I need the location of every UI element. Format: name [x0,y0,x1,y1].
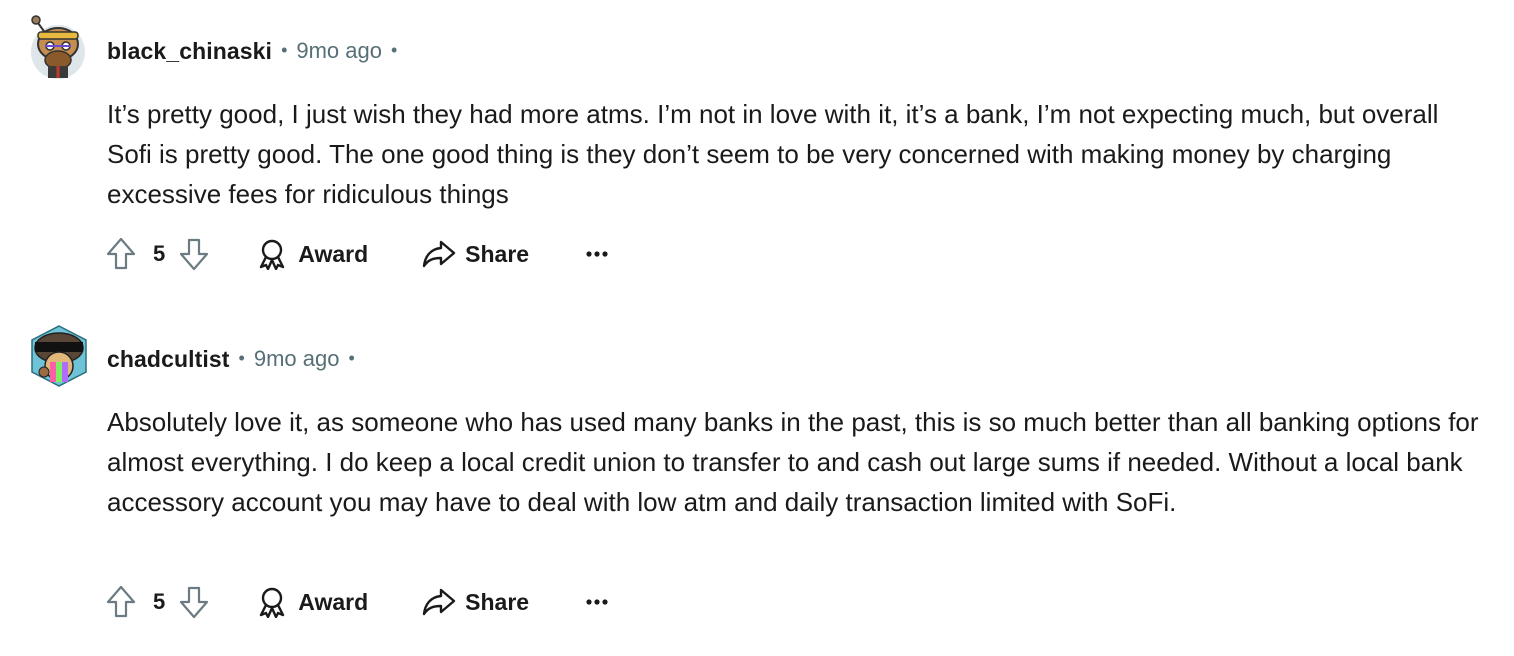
downvote-arrow-icon[interactable] [177,236,211,272]
share-label: Share [465,240,530,267]
upvote-arrow-icon[interactable] [104,584,138,620]
award-label: Award [298,588,369,615]
more-options-button[interactable] [585,585,609,619]
separator-dot: • [348,347,355,368]
username[interactable]: chadcultist [107,346,230,373]
comment-meta: chadcultist • 9mo ago • [107,342,364,376]
comment-body: It’s pretty good, I just wish they had m… [107,99,1439,209]
comment-actions: 5 Award Share [104,582,609,622]
user-avatar[interactable] [28,14,88,80]
share-label: Share [465,588,530,615]
timestamp[interactable]: 9mo ago [296,38,382,64]
award-ribbon-icon [255,237,289,271]
comment-actions: 5 Award Share [104,234,609,274]
separator-dot: • [238,347,245,368]
user-avatar[interactable] [28,322,88,388]
upvote-arrow-icon[interactable] [104,236,138,272]
nft-avatar-icon [31,325,87,387]
share-arrow-icon [422,585,456,619]
timestamp[interactable]: 9mo ago [254,346,340,372]
share-arrow-icon [422,237,456,271]
award-button[interactable]: Award [255,585,368,619]
share-button[interactable]: Share [422,237,529,271]
award-label: Award [298,240,369,267]
award-button[interactable]: Award [255,237,368,271]
vote-count: 5 [153,241,166,266]
comment-meta: black_chinaski • 9mo ago • [107,34,406,68]
vote-count: 5 [153,589,166,614]
comment-body: Absolutely love it, as someone who has u… [107,407,1479,517]
separator-dot: • [281,39,288,60]
more-options-icon [586,599,608,605]
separator-dot: • [391,39,398,60]
downvote-arrow-icon[interactable] [177,584,211,620]
share-button[interactable]: Share [422,585,529,619]
username[interactable]: black_chinaski [107,38,272,65]
more-options-icon [586,251,608,257]
snoo-avatar-icon [31,15,85,79]
award-ribbon-icon [255,585,289,619]
more-options-button[interactable] [585,237,609,271]
